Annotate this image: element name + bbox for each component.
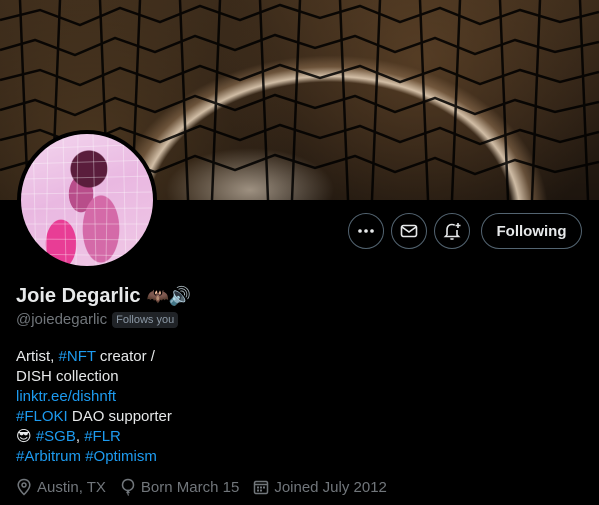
avatar[interactable] [17, 130, 157, 270]
hashtag-link[interactable]: #FLOKI [16, 408, 68, 425]
follows-you-badge: Follows you [112, 311, 179, 328]
hashtag-link[interactable]: #Optimism [85, 448, 157, 465]
bio-text: DAO supporter [67, 408, 172, 425]
location-text: Austin, TX [37, 478, 106, 496]
calendar-icon [254, 480, 269, 495]
message-button[interactable] [391, 213, 427, 249]
bio-text: Artist, [16, 348, 59, 365]
hashtag-link[interactable]: #Arbitrum [16, 448, 81, 465]
hashtag-link[interactable]: #SGB [36, 428, 76, 445]
notification-bell-icon [443, 223, 461, 240]
hashtag-link[interactable]: #NFT [59, 348, 96, 365]
name-row: Joie Degarlic 🦇🔊 [16, 285, 191, 308]
more-button[interactable] [348, 213, 384, 249]
following-button[interactable]: Following [481, 213, 582, 249]
mail-icon [400, 224, 418, 238]
bio-line: Artist, #NFT creator / [16, 347, 172, 367]
handle-row: @joiedegarlic Follows you [16, 311, 179, 328]
profile-meta: Austin, TX Born March 15 Joined July 201… [16, 478, 401, 496]
bio-line: 😎 #SGB, #FLR [16, 427, 172, 447]
location-item: Austin, TX [16, 478, 106, 496]
bio-line: linktr.ee/dishnft [16, 387, 172, 407]
avatar-mosaic [21, 134, 153, 266]
display-name: Joie Degarlic [16, 285, 141, 307]
birthday-text: Born March 15 [140, 478, 240, 496]
location-pin-icon [17, 478, 31, 496]
name-emojis: 🦇🔊 [146, 286, 192, 306]
bio-url-link[interactable]: linktr.ee/dishnft [16, 388, 116, 405]
bio-line: #Arbitrum #Optimism [16, 447, 172, 467]
username-handle: @joiedegarlic [16, 311, 108, 328]
sunglasses-emoji: 😎 [16, 428, 32, 445]
bio-text: DISH collection [16, 368, 119, 385]
bio-line: DISH collection [16, 367, 172, 387]
hashtag-link[interactable]: #FLR [84, 428, 121, 445]
more-icon [358, 229, 374, 233]
birthday-item: Born March 15 [120, 478, 239, 496]
bio-text: , [75, 428, 85, 445]
bio-line: #FLOKI DAO supporter [16, 407, 172, 427]
notifications-button[interactable] [434, 213, 470, 249]
bio-text: creator / [95, 348, 155, 365]
profile-bio: Artist, #NFT creator / DISH collection l… [16, 347, 172, 467]
joined-item: Joined July 2012 [253, 479, 387, 496]
balloon-icon [121, 478, 135, 496]
joined-date-text: Joined July 2012 [274, 478, 387, 496]
